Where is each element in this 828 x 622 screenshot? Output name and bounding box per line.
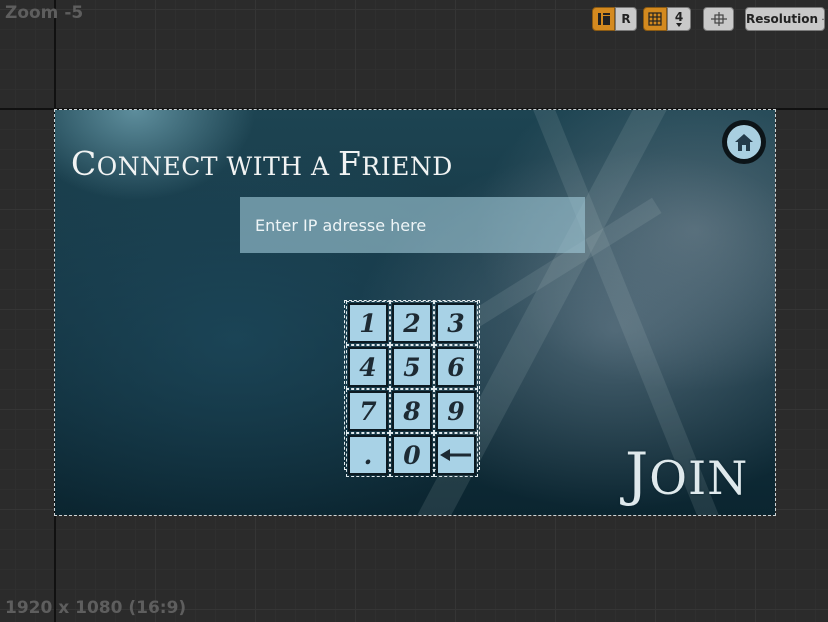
keypad-key-2[interactable]: 2 bbox=[390, 301, 434, 345]
r-toggle-button[interactable]: R bbox=[615, 7, 637, 31]
keypad-key-9[interactable]: 9 bbox=[434, 389, 478, 433]
zoom-label: Zoom -5 bbox=[5, 3, 84, 23]
ip-address-input[interactable] bbox=[240, 197, 585, 253]
resolution-dropdown-label: Resolution bbox=[746, 12, 819, 26]
widget-canvas: CONNECT WITH A FRIEND 1 2 3 4 5 6 7 8 9 … bbox=[54, 109, 776, 516]
keypad-key-0[interactable]: 0 bbox=[390, 433, 434, 477]
page-title: CONNECT WITH A FRIEND bbox=[71, 144, 453, 183]
keypad-key-6[interactable]: 6 bbox=[434, 345, 478, 389]
title-segment: ONNECT WITH A bbox=[96, 152, 338, 181]
title-end: RIEND bbox=[361, 152, 453, 181]
keypad-key-dot[interactable]: . bbox=[346, 433, 390, 477]
keypad-key-8[interactable]: 8 bbox=[390, 389, 434, 433]
title-initial: C bbox=[71, 144, 97, 183]
layout-toggle-button[interactable] bbox=[592, 7, 615, 31]
backspace-arrow-icon bbox=[440, 449, 471, 461]
r-toggle-label: R bbox=[621, 12, 631, 26]
spinner-down-icon bbox=[676, 23, 682, 27]
transform-icon bbox=[710, 12, 727, 26]
home-button[interactable] bbox=[722, 120, 766, 164]
keypad-key-7[interactable]: 7 bbox=[346, 389, 390, 433]
grid-toggle-button[interactable] bbox=[643, 7, 667, 31]
numeric-keypad: 1 2 3 4 5 6 7 8 9 . 0 bbox=[344, 300, 480, 477]
layout-icon bbox=[597, 13, 610, 25]
keypad-key-4[interactable]: 4 bbox=[346, 345, 390, 389]
keypad-key-backspace[interactable] bbox=[434, 433, 478, 477]
keypad-key-3[interactable]: 3 bbox=[434, 301, 478, 345]
home-button-face bbox=[727, 125, 761, 159]
title-f: F bbox=[338, 144, 362, 183]
grid-size-value: 4 bbox=[674, 10, 684, 24]
keypad-key-5[interactable]: 5 bbox=[390, 345, 434, 389]
transform-mode-button[interactable] bbox=[703, 7, 734, 31]
join-initial: J bbox=[625, 440, 650, 508]
keypad-key-1[interactable]: 1 bbox=[346, 301, 390, 345]
grid-icon bbox=[648, 12, 662, 26]
resolution-info: 1920 x 1080 (16:9) bbox=[5, 598, 187, 618]
grid-size-spinner[interactable]: 4 bbox=[667, 7, 691, 31]
home-icon bbox=[735, 133, 753, 151]
chevron-down-icon bbox=[822, 18, 824, 20]
join-button[interactable]: JOIN bbox=[625, 440, 748, 508]
resolution-dropdown[interactable]: Resolution bbox=[745, 7, 825, 31]
join-rest: OIN bbox=[649, 451, 749, 505]
